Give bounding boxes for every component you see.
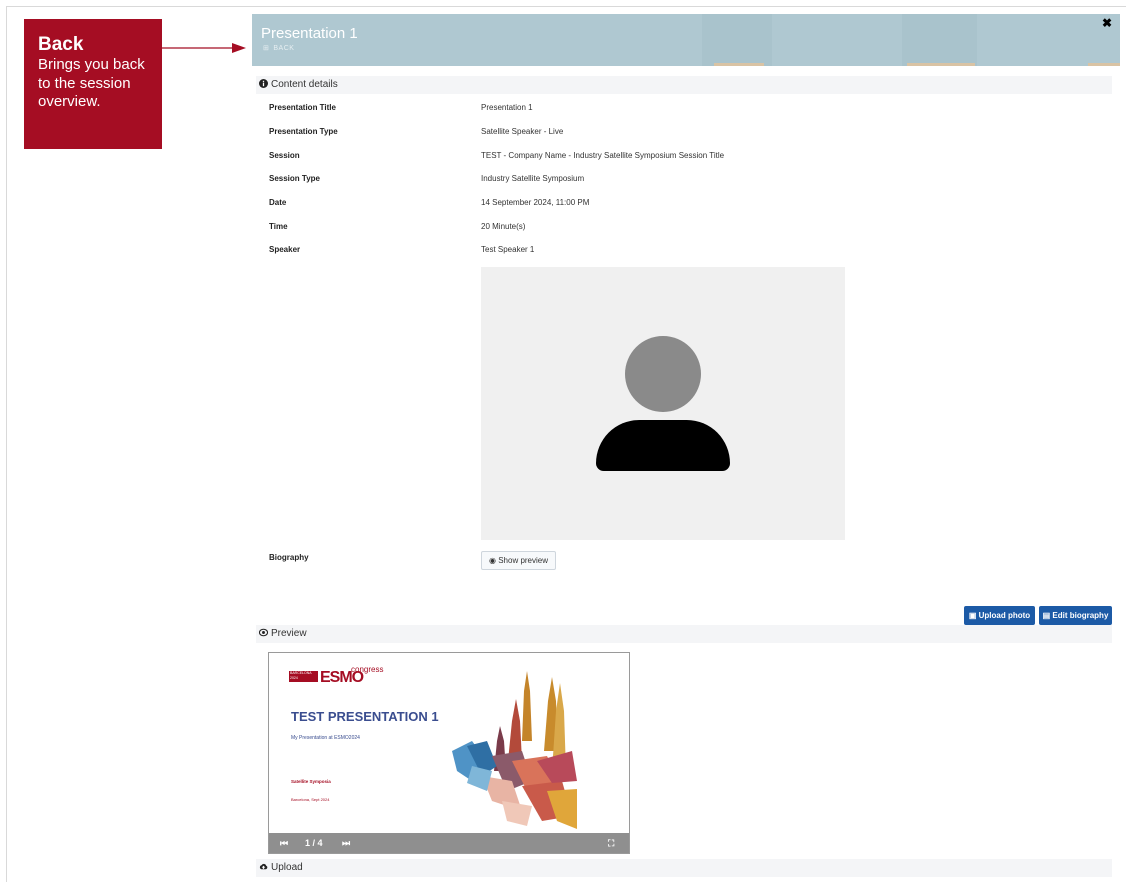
slide-controls: ⏮ 1 / 4 ⏭ ⛶: [269, 833, 629, 853]
callout-title: Back: [38, 34, 84, 55]
close-icon[interactable]: ✖: [1102, 16, 1112, 30]
info-icon: [259, 79, 268, 88]
callout-arrow: [162, 43, 246, 53]
document-icon: ▤: [1042, 611, 1051, 620]
fullscreen-icon[interactable]: ⛶: [608, 833, 614, 853]
content-details-title: Content details: [271, 79, 338, 90]
slide-symposium: Satellite Symposia: [291, 779, 331, 784]
detail-value: 20 Minute(s): [481, 222, 526, 231]
next-page-icon[interactable]: ⏭: [342, 833, 350, 853]
detail-value: Satellite Speaker - Live: [481, 127, 564, 136]
slide-preview: BARCELONA 2024 ESMO congress TEST PRESEN…: [268, 652, 630, 854]
biography-label: Biography: [269, 553, 309, 562]
edit-biography-label: Edit biography: [1052, 611, 1109, 620]
detail-label: Presentation Title: [269, 103, 336, 112]
slide-subtitle: My Presentation at ESMO2024: [291, 735, 360, 741]
callout-description: Brings you back to the session overview.: [38, 56, 145, 110]
detail-value: Presentation 1: [481, 103, 533, 112]
back-link[interactable]: ⊞ BACK: [263, 44, 294, 52]
upload-photo-button[interactable]: ▣ Upload photo: [964, 606, 1035, 625]
preview-title: Preview: [271, 628, 307, 639]
page-title: Presentation 1: [261, 25, 358, 42]
upload-header: Upload: [256, 859, 1112, 877]
slide-place-date: Barcelona, Sept 2024: [291, 797, 330, 802]
show-preview-button[interactable]: ◉ Show preview: [481, 551, 556, 570]
slide-logo-city: BARCELONA 2024: [289, 671, 318, 682]
detail-label: Session Type: [269, 174, 320, 183]
content-details-header: Content details: [256, 76, 1112, 94]
upload-title: Upload: [271, 862, 303, 873]
detail-label: Date: [269, 198, 287, 207]
camera-icon: ▣: [968, 611, 977, 620]
detail-label: Session: [269, 151, 300, 160]
back-label: BACK: [273, 45, 295, 52]
detail-label: Presentation Type: [269, 127, 338, 136]
detail-value: TEST - Company Name - Industry Satellite…: [481, 151, 725, 160]
slide-logo-suffix: congress: [351, 665, 384, 674]
edit-biography-button[interactable]: ▤ Edit biography: [1039, 606, 1112, 625]
detail-value: 14 September 2024, 11:00 PM: [481, 198, 590, 207]
detail-value: Industry Satellite Symposium: [481, 174, 585, 183]
eye-icon: [259, 628, 268, 637]
preview-header: Preview: [256, 625, 1112, 643]
detail-label: Time: [269, 222, 288, 231]
back-icon: ⊞: [263, 45, 270, 52]
avatar-head-icon: [625, 336, 701, 412]
callout-box: Back Brings you back to the session over…: [24, 19, 162, 149]
page-indicator: 1 / 4: [305, 838, 323, 848]
presentation-panel: Presentation 1 ⊞ BACK ✖ Content details P…: [252, 14, 1120, 882]
panel-header: Presentation 1 ⊞ BACK: [252, 14, 1120, 66]
first-page-icon[interactable]: ⏮: [280, 833, 288, 853]
show-preview-label: Show preview: [498, 556, 549, 565]
cloud-upload-icon: [259, 863, 268, 870]
avatar-body-icon: [596, 420, 730, 471]
slide-title: TEST PRESENTATION 1: [291, 709, 439, 724]
detail-label: Speaker: [269, 245, 301, 254]
upload-photo-label: Upload photo: [978, 611, 1031, 620]
eye-icon: ◉: [488, 556, 496, 565]
slide-cathedral-artwork: [452, 671, 577, 829]
detail-value: Test Speaker 1: [481, 245, 535, 254]
speaker-photo-placeholder: [481, 267, 845, 540]
